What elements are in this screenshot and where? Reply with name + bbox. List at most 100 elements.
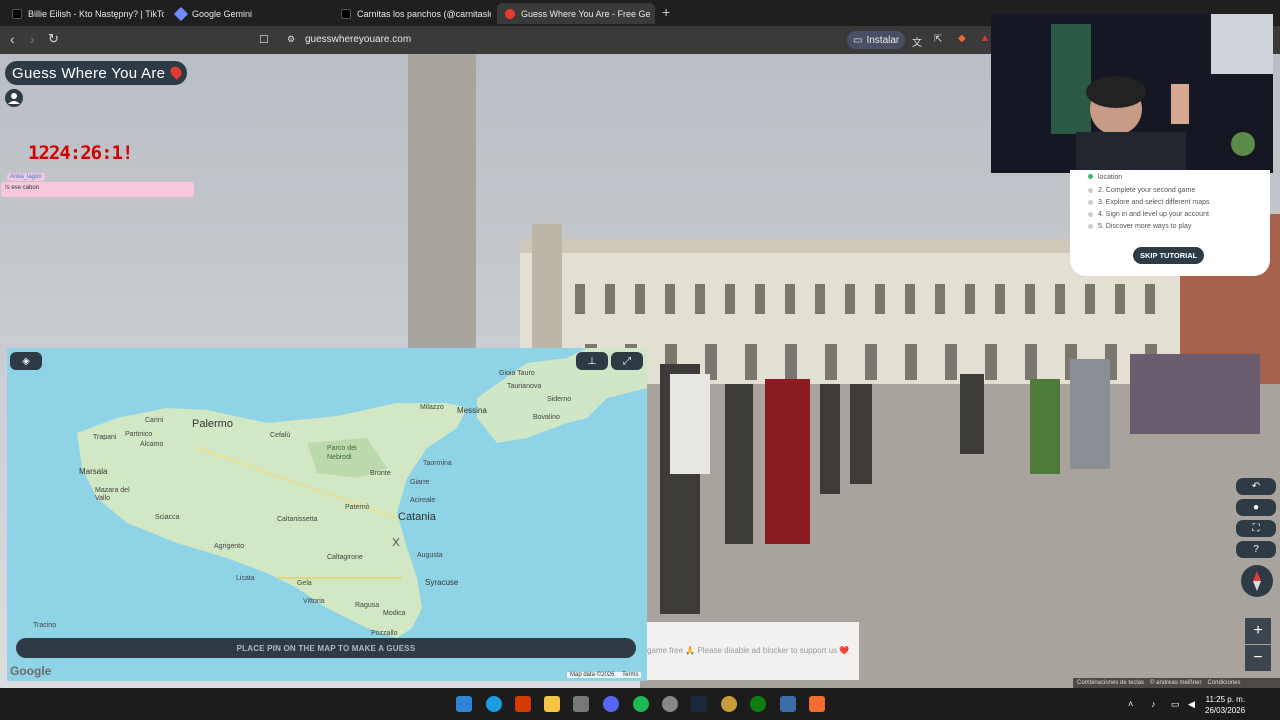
map-label: Catania	[398, 511, 436, 523]
map-label: Pozzallo	[371, 630, 398, 637]
game-title-label: Guess Where You Are	[12, 64, 166, 82]
brave-shield-icon[interactable]: ◆	[958, 33, 966, 44]
volume-icon[interactable]: ◀	[1188, 699, 1198, 709]
app-icon[interactable]	[515, 696, 531, 712]
tutorial-step: 4. Sign in and level up your account	[1098, 211, 1209, 218]
taskbar-clock[interactable]: 11:25 p. m. 26/03/2026	[1205, 694, 1245, 716]
webcam-overlay	[991, 14, 1273, 173]
map-label: Messina	[457, 406, 487, 415]
install-icon: ▭	[853, 34, 863, 46]
install-label: Instalar	[866, 34, 900, 46]
gemini-icon	[173, 6, 189, 21]
pushpin-icon: ⊥	[587, 355, 597, 367]
map-label: Licata	[236, 575, 255, 582]
map-label: Parco dei Nebrodi	[327, 445, 357, 461]
compass-icon	[1253, 571, 1261, 591]
new-tab-button[interactable]: +	[662, 4, 670, 20]
step-icon	[1088, 224, 1093, 229]
game-title[interactable]: Guess Where You Are	[5, 61, 188, 85]
skip-tutorial-button[interactable]: SKIP TUTORIAL	[1133, 247, 1205, 264]
microphone-icon[interactable]: ♪	[1151, 699, 1161, 709]
return-to-start-button[interactable]: ↶	[1236, 478, 1276, 495]
ad-notice-text: game free 🙏 Please disable ad blocker to…	[647, 646, 850, 655]
keyboard-shortcuts-link[interactable]: Combinaciones de teclas	[1077, 680, 1144, 686]
bookmark-icon[interactable]: ☐	[259, 33, 269, 46]
pin-map-button[interactable]: ⊥	[576, 352, 608, 370]
tutorial-panel: location 2. Complete your second game 3.…	[1070, 170, 1270, 276]
streetview-footer: Combinaciones de teclas © andreas meißne…	[1073, 678, 1280, 688]
chevron-up-icon[interactable]: ˄	[1128, 699, 1138, 709]
tab-tiktok-billie[interactable]: Billie Eilish - Kto Następny? | TikTok	[4, 3, 164, 24]
steam-icon[interactable]	[691, 696, 707, 712]
map-terms-link[interactable]: Terms	[622, 672, 638, 678]
chat-username: Anka_lagon	[7, 173, 45, 181]
chat-message: !s ese cabon	[1, 182, 194, 197]
map-label: Vittoria	[303, 598, 325, 605]
compass-button[interactable]	[1241, 565, 1273, 597]
set-checkpoint-button[interactable]: ●	[1236, 499, 1276, 516]
brave-icon[interactable]	[809, 696, 825, 712]
discord-icon[interactable]	[603, 696, 619, 712]
google-logo: Google	[10, 664, 52, 678]
step-done-icon	[1088, 174, 1093, 179]
help-button[interactable]: ?	[1236, 541, 1276, 558]
map-layers-button[interactable]: ◈	[10, 352, 42, 370]
map-label: Acireale	[410, 497, 436, 504]
file-explorer-icon[interactable]	[544, 696, 560, 712]
location-icon: ●	[1252, 502, 1260, 513]
zoom-in-button[interactable]: +	[1245, 618, 1271, 644]
map-label: Bronte	[370, 470, 391, 477]
ad-notice: game free 🙏 Please disable ad blocker to…	[647, 622, 859, 680]
reload-icon[interactable]: ↻	[48, 31, 59, 47]
forward-icon[interactable]: ›	[30, 31, 35, 47]
user-account-icon[interactable]	[5, 89, 23, 107]
copyright-text: © andreas meißner	[1150, 680, 1202, 686]
windows-taskbar: ˄ ♪ ▭ ◀ 11:25 p. m. 26/03/2026	[0, 688, 1280, 720]
expand-map-button[interactable]: ⤢	[611, 352, 643, 370]
share-icon[interactable]: ⇱	[934, 34, 942, 45]
spotify-icon[interactable]	[633, 696, 649, 712]
map-label: Mazara del Vallo	[95, 487, 130, 502]
map-label: Caltagirone	[327, 554, 363, 561]
tab-title: Guess Where You Are - Free Ge	[521, 8, 651, 19]
map-label: Paternò	[345, 504, 370, 511]
tab-guess-where-you-are[interactable]: Guess Where You Are - Free Ge ✕	[497, 3, 655, 24]
location-pin-icon	[168, 64, 185, 80]
install-button[interactable]: ▭ Instalar	[847, 31, 906, 49]
zoom-out-button[interactable]: −	[1245, 645, 1271, 671]
layers-icon: ◈	[22, 355, 30, 367]
map-label: Cefalù	[270, 432, 291, 439]
tiktok-icon	[341, 8, 351, 19]
app-icon[interactable]	[573, 696, 589, 712]
back-icon[interactable]: ‹	[10, 31, 15, 47]
fullscreen-button[interactable]: ⛶	[1236, 520, 1276, 537]
url-bar[interactable]: guesswhereyouare.com	[305, 34, 411, 45]
tutorial-step: location	[1098, 174, 1123, 181]
pin-icon	[505, 8, 515, 19]
app-icon[interactable]	[721, 696, 737, 712]
windows-start-icon[interactable]	[456, 696, 472, 712]
app-icon[interactable]	[662, 696, 678, 712]
xbox-icon[interactable]	[750, 696, 766, 712]
site-info-icon[interactable]: ⚙	[287, 34, 295, 45]
guess-map[interactable]: ◈ ⊥ ⤢ Palermo Messina Catania Syracuse M…	[7, 348, 647, 681]
clock-date: 26/03/2026	[1205, 706, 1246, 715]
brave-rewards-icon[interactable]: ▲	[980, 33, 990, 44]
tab-title: Google Gemini	[192, 8, 253, 19]
map-label: Caltanissetta	[277, 516, 318, 523]
app-icon[interactable]	[780, 696, 796, 712]
tab-tiktok-carnitas[interactable]: Carnitas los panchos (@carnitaslospa	[333, 3, 491, 24]
place-pin-button[interactable]: PLACE PIN ON THE MAP TO MAKE A GUESS	[16, 638, 636, 658]
map-label: Siderno	[547, 396, 572, 403]
webcam-image	[991, 14, 1273, 173]
network-icon[interactable]: ▭	[1171, 699, 1181, 709]
conditions-link[interactable]: Condiciones	[1208, 680, 1241, 686]
translate-icon[interactable]: 文	[912, 34, 922, 49]
expand-icon: ⤢	[623, 355, 631, 367]
fullscreen-icon: ⛶	[1252, 523, 1260, 534]
map-label: Taormina	[423, 460, 452, 467]
tab-gemini[interactable]: Google Gemini	[168, 3, 328, 24]
edge-icon[interactable]	[486, 696, 502, 712]
tab-title: Carnitas los panchos (@carnitaslospa	[357, 8, 491, 19]
map-label: Augusta	[417, 552, 443, 559]
